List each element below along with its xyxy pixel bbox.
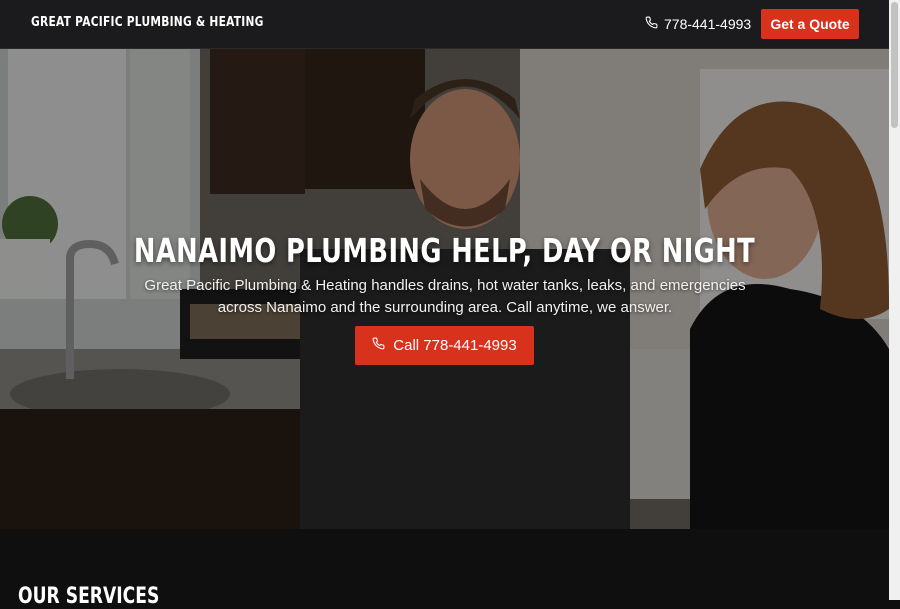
services-section: Our Services (0, 529, 889, 609)
scrollbar-thumb[interactable] (891, 2, 898, 128)
hero-subtitle: Great Pacific Plumbing & Heating handles… (144, 277, 746, 316)
header-phone-number: 778-441-4993 (664, 16, 752, 32)
services-title: Our Services (18, 584, 160, 609)
page-scrollbar[interactable] (889, 0, 900, 600)
hero-title: Nanaimo Plumbing Help, Day or Night (133, 231, 756, 271)
site-header: Great Pacific Plumbing & Heating 778-441… (0, 0, 889, 49)
phone-icon (645, 16, 658, 32)
page: Great Pacific Plumbing & Heating 778-441… (0, 0, 889, 609)
call-now-button[interactable]: Call 778-441-4993 (355, 326, 534, 365)
header-phone-link[interactable]: 778-441-4993 (645, 16, 751, 32)
call-button-label: Call 778-441-4993 (393, 337, 517, 354)
brand-logo[interactable]: Great Pacific Plumbing & Heating (31, 15, 264, 30)
phone-icon (372, 337, 385, 354)
hero-section: Nanaimo Plumbing Help, Day or Night Grea… (0, 49, 889, 529)
get-quote-button[interactable]: Get a Quote (761, 9, 859, 39)
